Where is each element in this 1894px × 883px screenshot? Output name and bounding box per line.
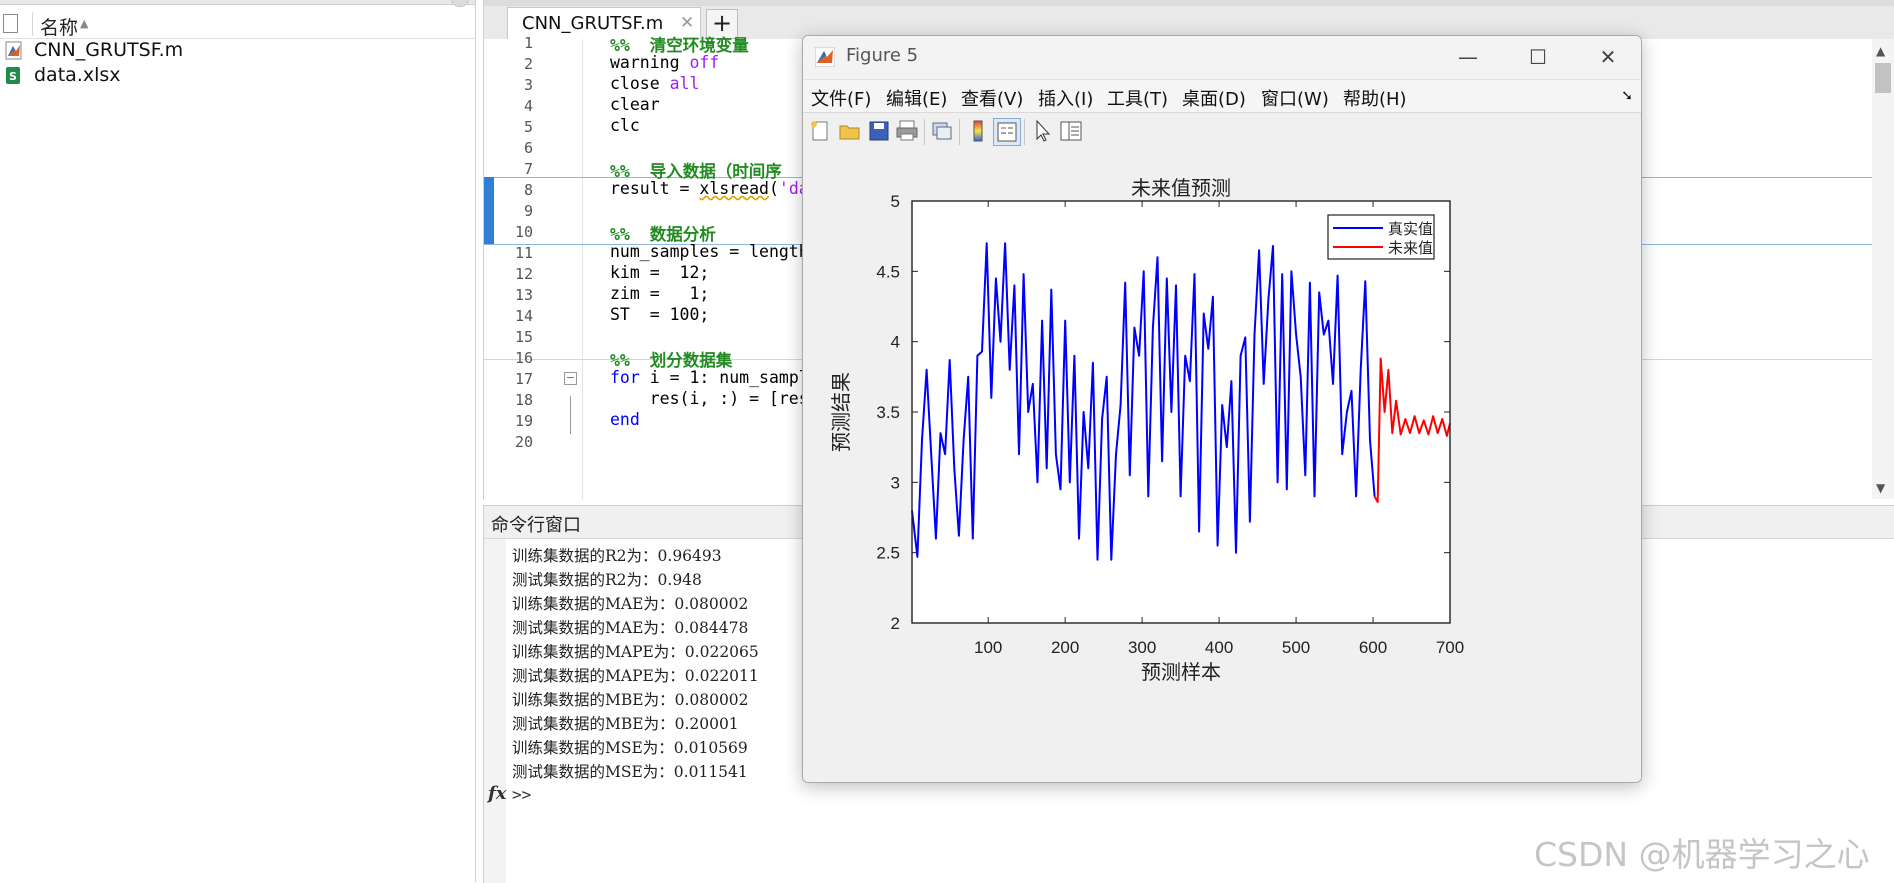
excel-file-icon: S [6, 67, 20, 84]
panel-collapse-button[interactable] [451, 0, 469, 7]
menu-view[interactable]: 查看(V) [961, 85, 1023, 111]
file-name: CNN_GRUTSF.m [34, 39, 184, 61]
name-column-header[interactable]: 名称 [40, 13, 78, 40]
figure-title: Figure 5 [846, 45, 919, 66]
y-tick-label: 4.5 [876, 262, 900, 281]
output-line: 测试集数据的MSE为：0.011541 [512, 763, 748, 781]
svg-text:S: S [9, 70, 17, 83]
output-line: 训练集数据的MBE为：0.080002 [512, 691, 749, 709]
menu-file[interactable]: 文件(F) [811, 85, 871, 111]
scroll-down-icon[interactable]: ▼ [1876, 481, 1885, 495]
pointer-icon[interactable] [1030, 118, 1056, 144]
open-icon[interactable] [837, 118, 863, 144]
close-tab-icon[interactable]: ✕ [680, 13, 694, 33]
output-line: 测试集数据的MBE为：0.20001 [512, 715, 739, 733]
toolbar-separator [1024, 119, 1025, 145]
x-tick-label: 300 [1128, 638, 1156, 657]
minimize-icon[interactable]: — [1453, 42, 1483, 72]
new-figure-icon[interactable] [807, 118, 833, 144]
command-window-title: 命令行窗口 [491, 515, 581, 536]
output-line: 测试集数据的MAPE为：0.022011 [512, 667, 759, 685]
dock-arrow-icon[interactable]: ➘ [1621, 88, 1633, 104]
link-icon[interactable] [929, 118, 955, 144]
x-tick-label: 100 [974, 638, 1002, 657]
close-icon[interactable]: ✕ [1593, 42, 1623, 72]
output-line: 测试集数据的MAE为：0.084478 [512, 619, 749, 637]
menu-insert[interactable]: 插入(I) [1038, 85, 1093, 111]
file-name: data.xlsx [34, 64, 121, 86]
legend-label: 真实值 [1388, 220, 1433, 238]
column-divider[interactable] [32, 12, 33, 36]
y-tick-label: 2.5 [876, 544, 900, 563]
output-line: 训练集数据的MSE为：0.010569 [512, 739, 748, 757]
output-line: 训练集数据的MAPE为：0.022065 [512, 643, 759, 661]
menu-help[interactable]: 帮助(H) [1343, 85, 1407, 111]
y-tick-label: 5 [891, 192, 900, 211]
menu-edit[interactable]: 编辑(E) [886, 85, 947, 111]
print-icon[interactable] [894, 118, 920, 144]
figure-toolbar [803, 112, 1641, 152]
y-tick-label: 2 [891, 614, 900, 633]
property-inspector-icon[interactable] [1058, 118, 1084, 144]
x-tick-label: 500 [1282, 638, 1310, 657]
function-browser-icon[interactable]: fx [488, 783, 506, 804]
x-axis-label: 预测样本 [1141, 660, 1221, 684]
command-window-gutter [484, 539, 506, 883]
file-item-data-xlsx[interactable]: S data.xlsx [0, 63, 475, 88]
legend[interactable]: 真实值未来值 [1327, 214, 1435, 260]
toolbar-separator [959, 119, 960, 145]
scrollbar-thumb[interactable] [1875, 63, 1891, 93]
colorbar-icon[interactable] [965, 118, 991, 144]
figure-menu-bar: 文件(F) 编辑(E) 查看(V) 插入(I) 工具(T) 桌面(D) 窗口(W… [803, 79, 1641, 113]
matlab-file-icon [5, 41, 22, 60]
chart-title: 未来值预测 [1131, 176, 1231, 200]
file-item-cnn-grutsf[interactable]: CNN_GRUTSF.m [0, 38, 475, 63]
file-browser-top-strip [0, 0, 475, 5]
output-line: 训练集数据的R2为：0.96493 [512, 547, 722, 565]
x-tick-label: 400 [1205, 638, 1233, 657]
output-line: 训练集数据的MAE为：0.080002 [512, 595, 749, 613]
maximize-icon[interactable]: ☐ [1523, 42, 1553, 72]
save-icon[interactable] [866, 118, 892, 144]
figure-window[interactable]: Figure 5 — ☐ ✕ 文件(F) 编辑(E) 查看(V) 插入(I) 工… [802, 35, 1642, 783]
output-line: 测试集数据的R2为：0.948 [512, 571, 702, 589]
file-list-header: 名称 ▲ [0, 10, 475, 39]
legend-icon[interactable] [993, 118, 1021, 146]
y-tick-label: 3 [891, 473, 900, 492]
scroll-up-icon[interactable]: ▲ [1876, 44, 1885, 58]
menu-tools[interactable]: 工具(T) [1107, 85, 1168, 111]
menu-window[interactable]: 窗口(W) [1261, 85, 1329, 111]
figure-canvas[interactable]: 未来值预测 预测样本 预测结果 100 200 300 400 500 600 700 2 2.… [803, 151, 1641, 782]
toolbar-separator [924, 119, 925, 145]
fold-toggle-icon[interactable]: − [564, 372, 577, 385]
watermark: CSDN @机器学习之心 [1534, 835, 1870, 874]
x-tick-label: 200 [1051, 638, 1079, 657]
figure-title-bar[interactable]: Figure 5 — ☐ ✕ [803, 36, 1641, 79]
legend-label: 未来值 [1388, 239, 1433, 257]
y-tick-label: 4 [891, 333, 900, 352]
command-prompt[interactable]: >> [512, 785, 531, 804]
sort-ascending-icon[interactable]: ▲ [80, 17, 88, 30]
file-type-column-icon [3, 14, 18, 33]
menu-desktop[interactable]: 桌面(D) [1182, 85, 1246, 111]
matlab-logo-icon [815, 47, 835, 67]
y-tick-label: 3.5 [876, 403, 900, 422]
x-tick-label: 700 [1436, 638, 1464, 657]
editor-scrollbar[interactable]: ▲ ▼ [1872, 39, 1894, 499]
file-browser-panel: 名称 ▲ CNN_GRUTSF.m S data.xlsx [0, 0, 476, 882]
line-chart[interactable]: 未来值预测 预测样本 预测结果 100 200 300 400 500 600 700 2 2.… [803, 151, 1641, 782]
y-axis-label: 预测结果 [829, 372, 853, 452]
editor-tab-bar-strip [484, 0, 1894, 6]
x-tick-label: 600 [1359, 638, 1387, 657]
